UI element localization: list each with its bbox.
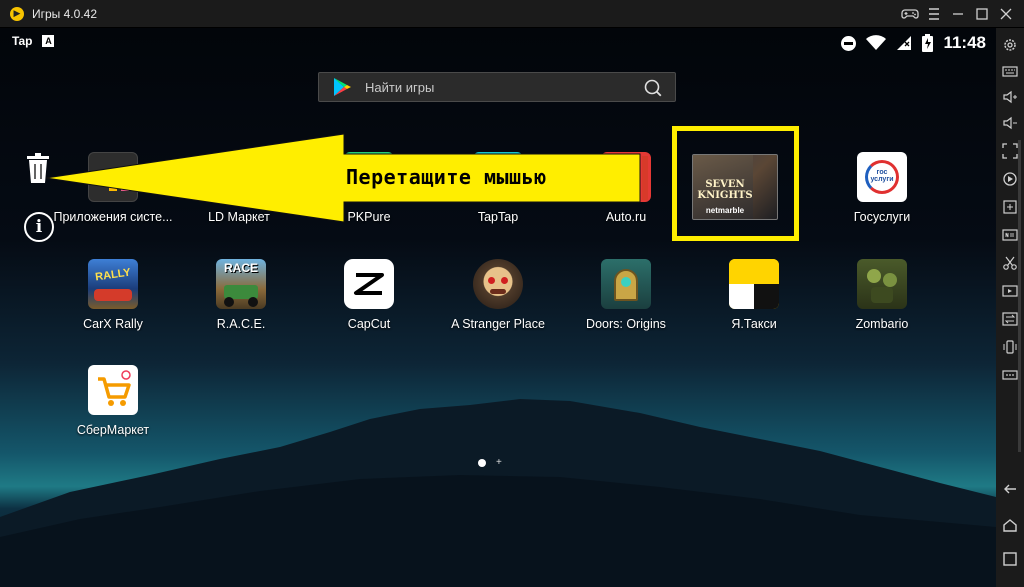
yandex-taxi-icon <box>729 259 779 309</box>
app-label: CapCut <box>347 317 391 331</box>
app-label: СберМаркет <box>76 423 150 437</box>
more-icon[interactable] <box>1001 366 1019 384</box>
app-label: Zombario <box>855 317 909 331</box>
app-label: Госуслуги <box>853 210 911 224</box>
maximize-icon[interactable] <box>970 0 994 28</box>
search-placeholder: Найти игры <box>365 79 435 95</box>
window-title: Игры 4.0.42 <box>32 6 97 21</box>
scissors-icon[interactable] <box>1001 254 1019 272</box>
app-doors-origins[interactable]: Doors: Origins <box>563 259 689 331</box>
clock: 11:48 <box>943 33 986 52</box>
race-icon: RACE <box>216 259 266 309</box>
zombario-icon <box>857 259 907 309</box>
page-dot-active[interactable] <box>478 458 486 467</box>
record-icon[interactable] <box>1001 170 1019 188</box>
video-icon[interactable] <box>1001 282 1019 300</box>
add-page-icon[interactable]: + <box>496 457 502 468</box>
android-status-bar: Tap A 11:48 <box>0 28 996 58</box>
sync-icon[interactable] <box>1001 310 1019 328</box>
apk-icon[interactable] <box>1001 226 1019 244</box>
app-label: Я.Такси <box>731 317 777 331</box>
app-stranger-place[interactable]: A Stranger Place <box>435 259 561 331</box>
window-titlebar: ▶ Игры 4.0.42 <box>0 0 1024 28</box>
app-label: CarX Rally <box>83 317 143 331</box>
gosuslugi-icon: гос услуги <box>857 152 907 202</box>
minimize-icon[interactable] <box>946 0 970 28</box>
volume-down-icon[interactable] <box>1001 114 1019 132</box>
app-carx-rally[interactable]: RALLY CarX Rally <box>50 259 176 331</box>
page-indicator[interactable]: + <box>478 457 502 468</box>
screen-fit-icon[interactable] <box>1001 142 1019 160</box>
volume-up-icon[interactable] <box>1001 88 1019 106</box>
app-label: R.A.C.E. <box>216 317 266 331</box>
play-store-icon <box>334 78 351 96</box>
notification-a-icon: A <box>42 35 55 47</box>
do-not-disturb-icon <box>841 35 857 51</box>
tap-label: Tap <box>12 34 33 48</box>
app-label: A Stranger Place <box>451 317 545 331</box>
app-zombario[interactable]: Zombario <box>819 259 945 331</box>
app-capcut[interactable]: CapCut <box>306 259 432 331</box>
toolbar-scrollbar[interactable] <box>1018 140 1021 452</box>
keyboard-icon[interactable] <box>1001 62 1019 80</box>
signal-icon <box>897 36 912 50</box>
install-apk-icon[interactable] <box>1001 198 1019 216</box>
app-gosuslugi[interactable]: гос услуги Госуслуги <box>819 152 945 224</box>
app-sbermarket[interactable]: СберМаркет <box>50 365 176 437</box>
highlight-box <box>672 126 799 241</box>
app-yandex-taxi[interactable]: Я.Такси <box>691 259 817 331</box>
emulator-screen: Tap A 11:48 Найти игры i Приложения сист… <box>0 28 996 587</box>
settings-gear-icon[interactable] <box>1001 36 1019 54</box>
search-icon[interactable] <box>643 78 663 98</box>
shake-icon[interactable] <box>1001 338 1019 356</box>
settings-icon[interactable] <box>922 0 946 28</box>
gamepad-icon[interactable] <box>898 0 922 28</box>
stranger-place-icon <box>473 259 523 309</box>
recent-apps-icon[interactable] <box>1001 550 1019 568</box>
back-icon[interactable] <box>1001 480 1019 498</box>
app-race[interactable]: RACE R.A.C.E. <box>178 259 304 331</box>
race-art-text: RACE <box>223 261 258 275</box>
battery-charging-icon <box>922 34 934 52</box>
doors-origins-icon <box>601 259 651 309</box>
drag-hint-text: Перетащите мышью <box>346 165 547 189</box>
capcut-icon <box>344 259 394 309</box>
emulator-side-toolbar <box>996 28 1024 587</box>
carx-art-text: RALLY <box>94 266 132 284</box>
home-icon[interactable] <box>1001 516 1019 534</box>
wifi-icon <box>866 35 887 50</box>
app-logo-icon: ▶ <box>10 6 24 21</box>
app-label: Doors: Origins <box>586 317 666 331</box>
gosuslugi-art-text: гос услуги <box>870 169 894 183</box>
close-icon[interactable] <box>994 0 1018 28</box>
carx-rally-icon: RALLY <box>88 259 138 309</box>
search-bar[interactable]: Найти игры <box>318 72 676 102</box>
sbermarket-icon <box>88 365 138 415</box>
